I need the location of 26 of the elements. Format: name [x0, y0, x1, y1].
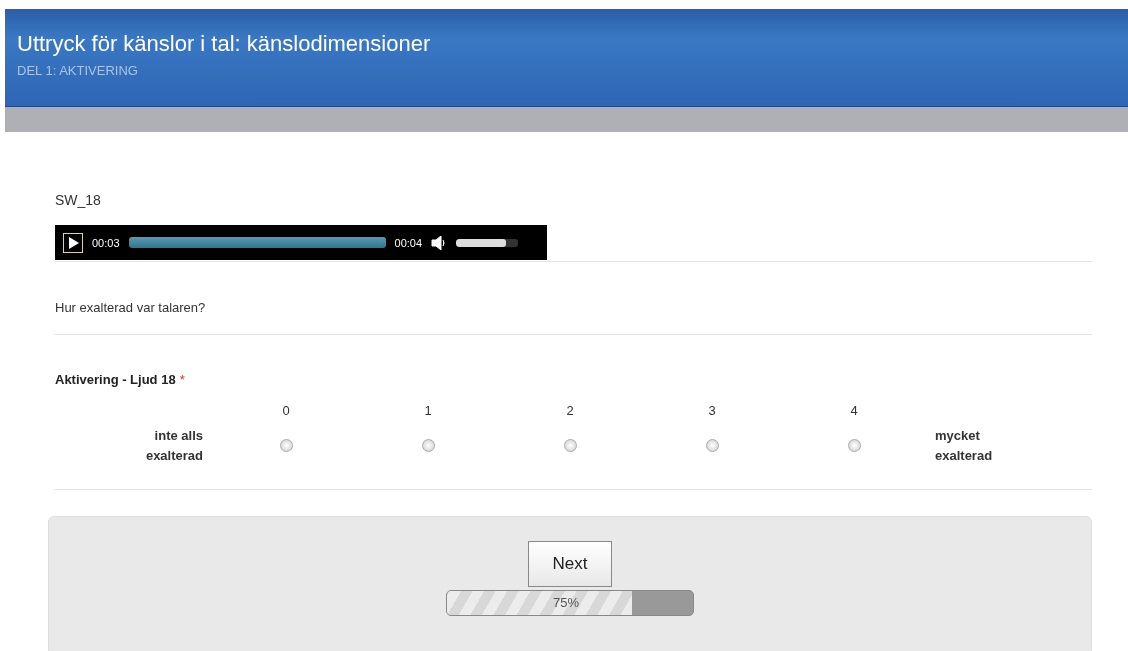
- question-text: Hur exalterad var talaren?: [55, 299, 207, 317]
- section-subtitle: DEL 1: AKTIVERING: [17, 63, 139, 78]
- radio-button[interactable]: [705, 439, 719, 452]
- seek-bar[interactable]: [128, 237, 386, 248]
- next-button[interactable]: Next: [528, 541, 612, 587]
- scale-number: 1: [423, 403, 433, 418]
- radio-button[interactable]: [563, 439, 577, 452]
- scale-number: 0: [281, 403, 291, 418]
- survey-title: Uttryck för känslor i tal: känslodimensioner: [17, 31, 432, 57]
- radio-button[interactable]: [279, 439, 293, 452]
- volume-slider[interactable]: [456, 238, 519, 247]
- radio-button[interactable]: [421, 439, 435, 452]
- required-mark: *: [179, 372, 185, 387]
- elapsed-time: 00:03: [92, 236, 120, 249]
- audio-label: SW_18: [55, 192, 102, 208]
- low-anchor-label: inte alls exalterad: [144, 427, 203, 465]
- radio-button[interactable]: [847, 439, 861, 452]
- speaker-icon[interactable]: [431, 235, 448, 250]
- scale-number: 3: [707, 403, 717, 418]
- play-icon[interactable]: [63, 232, 83, 253]
- scale-number: 2: [565, 403, 575, 418]
- rating-title: Aktivering - Ljud 18: [55, 372, 176, 387]
- duration-time: 00:04: [394, 236, 423, 249]
- progress-reading: 75%: [553, 595, 581, 610]
- scale-number: 4: [849, 403, 859, 418]
- high-anchor-label: mycket exalterad: [934, 427, 994, 465]
